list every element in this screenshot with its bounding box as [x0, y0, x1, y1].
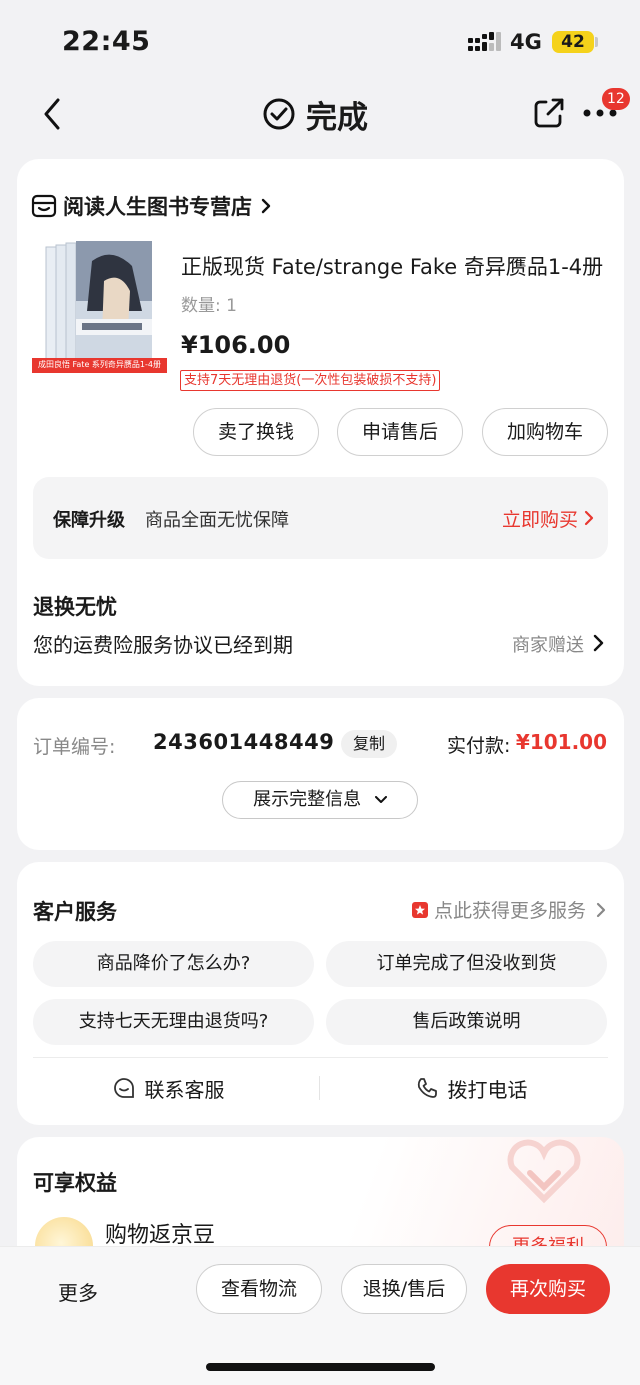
sell-button[interactable]: 卖了换钱 [193, 408, 319, 456]
chevron-down-icon [374, 796, 387, 803]
order-number-label: 订单编号: [33, 736, 116, 758]
shop-icon [31, 194, 57, 218]
paid-amount: ¥101.00 [515, 730, 607, 754]
worry-free-title: 退换无忧 [33, 595, 117, 619]
bottom-action-bar: 更多 查看物流 退换/售后 再次购买 [0, 1246, 640, 1385]
paid-label: 实付款: [447, 735, 511, 757]
product-thumbnail[interactable] [32, 241, 167, 373]
chevron-right-icon [584, 510, 594, 526]
guarantee-label: 保障升级 [53, 510, 125, 531]
after-sale-button[interactable]: 申请售后 [337, 408, 463, 456]
book-banner: 成田良悟 Fate 系列奇异赝品1-4册 [38, 360, 161, 369]
chevron-right-icon [261, 198, 271, 214]
customer-service-card: 客户服务 点此获得更多服务 商品降价了怎么办? 订单完成了但没收到货 支持七天无… [17, 862, 624, 1125]
order-info-card: 订单编号: 243601448449 复制 实付款: ¥101.00 展示完整信… [17, 698, 624, 850]
view-logistics-button[interactable]: 查看物流 [196, 1264, 322, 1314]
shop-name: 阅读人生图书专营店 [63, 195, 252, 219]
status-bar: 22:45 4G 42 [0, 0, 640, 80]
product-title[interactable]: 正版现货 Fate/strange Fake 奇异赝品1-4册 [181, 251, 606, 281]
return-after-sale-button[interactable]: 退换/售后 [341, 1264, 467, 1314]
phone-icon [417, 1078, 437, 1098]
status-time: 22:45 [62, 26, 151, 57]
order-number: 243601448449 [153, 730, 335, 754]
product-price: ¥106.00 [181, 331, 291, 359]
network-label: 4G [510, 30, 542, 54]
call-phone-button[interactable]: 拨打电话 [320, 1058, 623, 1118]
chevron-right-icon[interactable] [593, 634, 604, 652]
guarantee-text: 商品全面无忧保障 [145, 510, 289, 531]
return-policy-tag: 支持7天无理由退货(一次性包装破损不支持) [180, 370, 441, 391]
signal-icon [468, 32, 501, 51]
benefit-item-label: 购物返京豆 [105, 1223, 216, 1248]
show-full-info-button[interactable]: 展示完整信息 [222, 781, 418, 819]
customer-service-title: 客户服务 [33, 900, 117, 924]
faq-item[interactable]: 订单完成了但没收到货 [326, 941, 607, 987]
guarantee-upgrade-banner[interactable]: 保障升级 商品全面无忧保障 立即购买 [33, 477, 608, 559]
more-actions-button[interactable]: 更多 [58, 1277, 98, 1306]
buy-again-button[interactable]: 再次购买 [486, 1264, 610, 1314]
product-quantity: 数量: 1 [181, 296, 237, 316]
back-icon[interactable] [38, 94, 68, 134]
call-phone-label: 拨打电话 [447, 1077, 528, 1102]
shop-link[interactable]: 阅读人生图书专营店 [31, 191, 272, 221]
more-services-link[interactable]: 点此获得更多服务 [411, 896, 606, 923]
worry-free-text: 您的运费险服务协议已经到期 [33, 633, 293, 657]
service-star-icon [411, 901, 428, 918]
battery-tip [595, 37, 598, 47]
nav-bar: 完成 12 [0, 80, 640, 152]
buy-now-link[interactable]: 立即购买 [502, 505, 578, 532]
page-title-group: 完成 [262, 94, 368, 136]
faq-item[interactable]: 支持七天无理由退货吗? [33, 999, 314, 1045]
chat-icon [113, 1078, 134, 1098]
chevron-right-icon [596, 902, 606, 917]
heart-decoration-icon [507, 1139, 581, 1204]
add-to-cart-button[interactable]: 加购物车 [482, 408, 608, 456]
copy-button[interactable]: 复制 [341, 730, 397, 758]
message-count-badge: 12 [602, 88, 630, 110]
home-indicator [206, 1363, 435, 1371]
page-title: 完成 [306, 99, 368, 136]
show-full-info-label: 展示完整信息 [253, 789, 362, 810]
battery-icon: 42 [552, 31, 594, 53]
check-circle-icon [263, 98, 295, 130]
benefits-title: 可享权益 [33, 1171, 117, 1195]
merchant-gift-label[interactable]: 商家赠送 [512, 631, 584, 657]
faq-item[interactable]: 商品降价了怎么办? [33, 941, 314, 987]
more-services-label: 点此获得更多服务 [433, 900, 586, 922]
contact-service-button[interactable]: 联系客服 [17, 1058, 320, 1118]
faq-item[interactable]: 售后政策说明 [326, 999, 607, 1045]
share-icon[interactable] [532, 96, 566, 130]
contact-service-label: 联系客服 [144, 1077, 225, 1102]
product-card: 阅读人生图书专营店 成田良悟 Fate 系列奇异赝品1-4册 正版现货 Fate… [17, 159, 624, 686]
